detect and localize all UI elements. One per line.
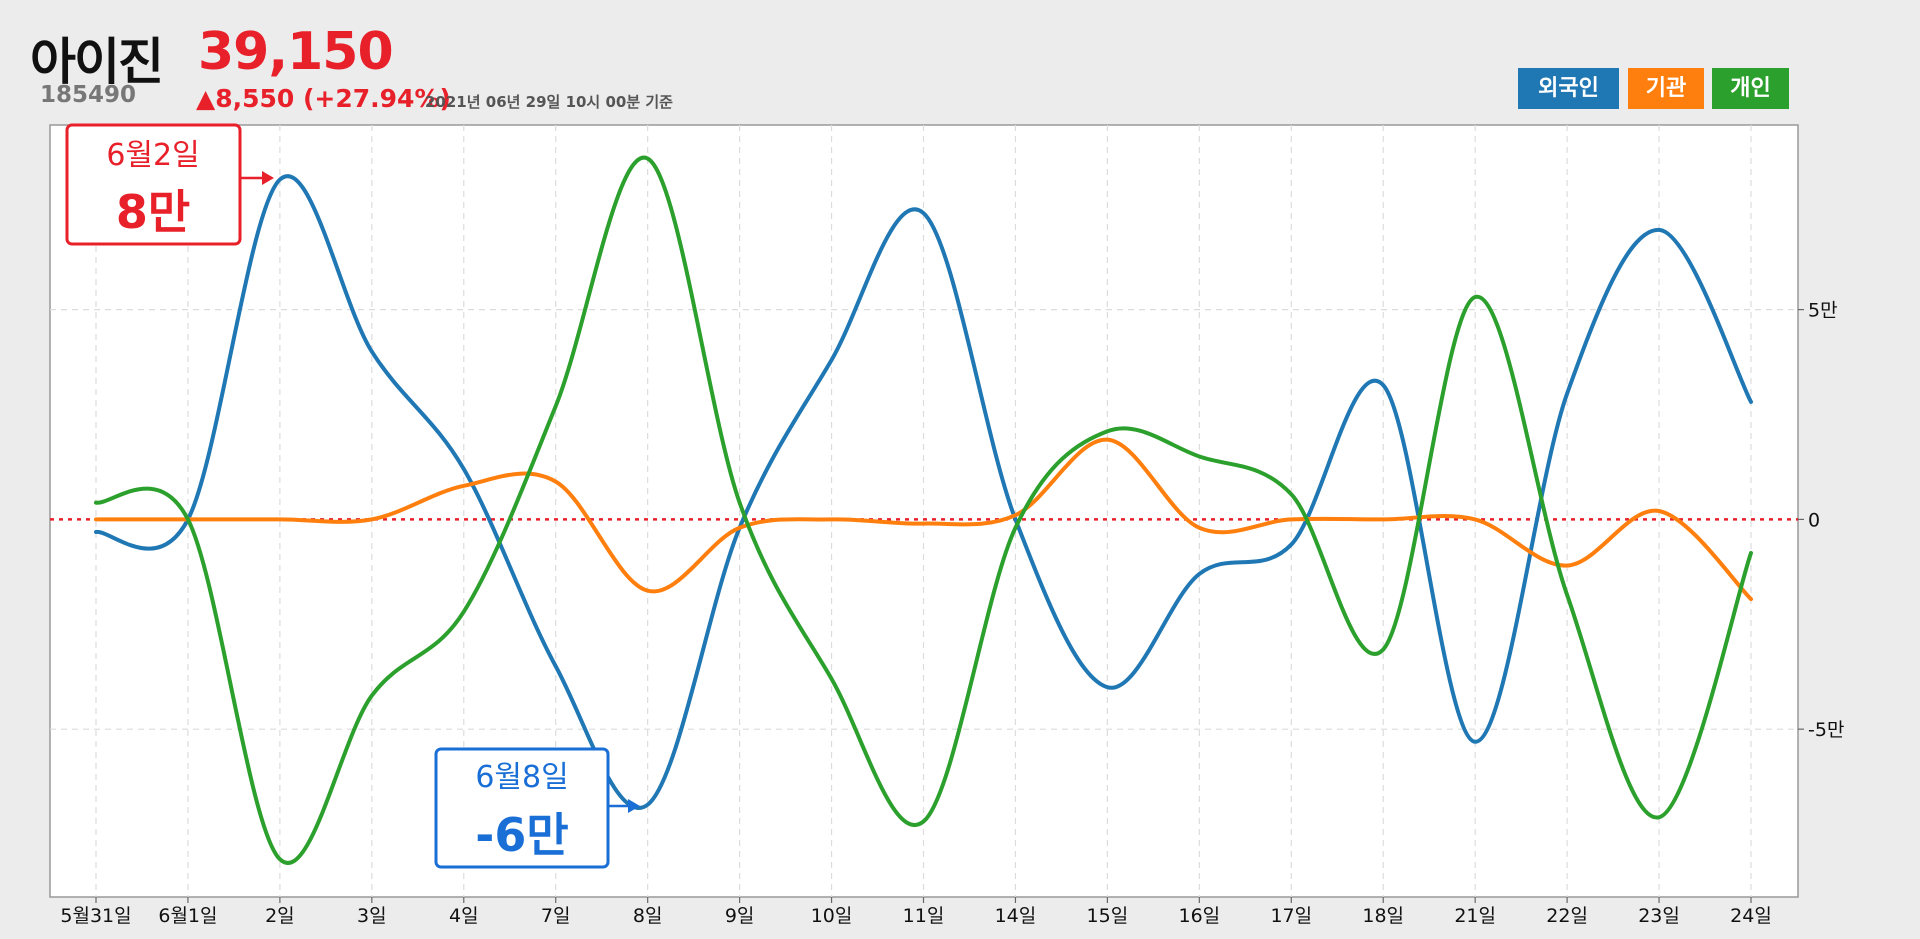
x-tick-label: 4일 [449, 905, 479, 927]
x-tick-label: 21일 [1454, 905, 1496, 927]
x-tick-label: 15일 [1087, 905, 1129, 927]
x-tick-label: 2일 [265, 905, 295, 927]
x-axis-ticks: 5월31일 6월1일 2일 3일 4일 7일 8일 9일 10일 11일 14일 15일 16일 17일 1… [60, 897, 1772, 927]
callout-jun2-date: 6월2일 [106, 138, 199, 173]
x-tick-label: 5월31일 [60, 905, 131, 927]
x-tick-label: 3일 [357, 905, 387, 927]
y-tick-label: 0 [1808, 509, 1820, 531]
x-tick-label: 14일 [995, 905, 1037, 927]
y-tick-label: 5만 [1808, 300, 1838, 322]
chart: 5월31일 6월1일 2일 3일 4일 7일 8일 9일 10일 11일 14일 15일 16일 17일 1… [49, 123, 1844, 927]
x-tick-label: 24일 [1730, 905, 1772, 927]
x-tick-label: 11일 [903, 905, 945, 927]
x-tick-label: 16일 [1178, 905, 1220, 927]
y-tick-label: -5만 [1808, 719, 1844, 741]
x-tick-label: 22일 [1546, 905, 1588, 927]
x-tick-label: 18일 [1362, 905, 1404, 927]
x-tick-label: 8일 [633, 905, 663, 927]
y-axis-ticks: 5만 0 -5만 [1798, 300, 1844, 741]
x-tick-label: 9일 [725, 905, 755, 927]
x-tick-label: 10일 [811, 905, 853, 927]
x-tick-label: 17일 [1270, 905, 1312, 927]
callout-jun8-date: 6월8일 [475, 760, 568, 795]
callout-jun2-value: 8만 [116, 185, 190, 239]
x-tick-label: 6월1일 [158, 905, 217, 927]
callout-jun8: 6월8일 -6만 [434, 747, 640, 869]
x-tick-label: 23일 [1638, 905, 1680, 927]
callout-jun8-value: -6만 [475, 808, 568, 862]
x-tick-label: 7일 [541, 905, 571, 927]
